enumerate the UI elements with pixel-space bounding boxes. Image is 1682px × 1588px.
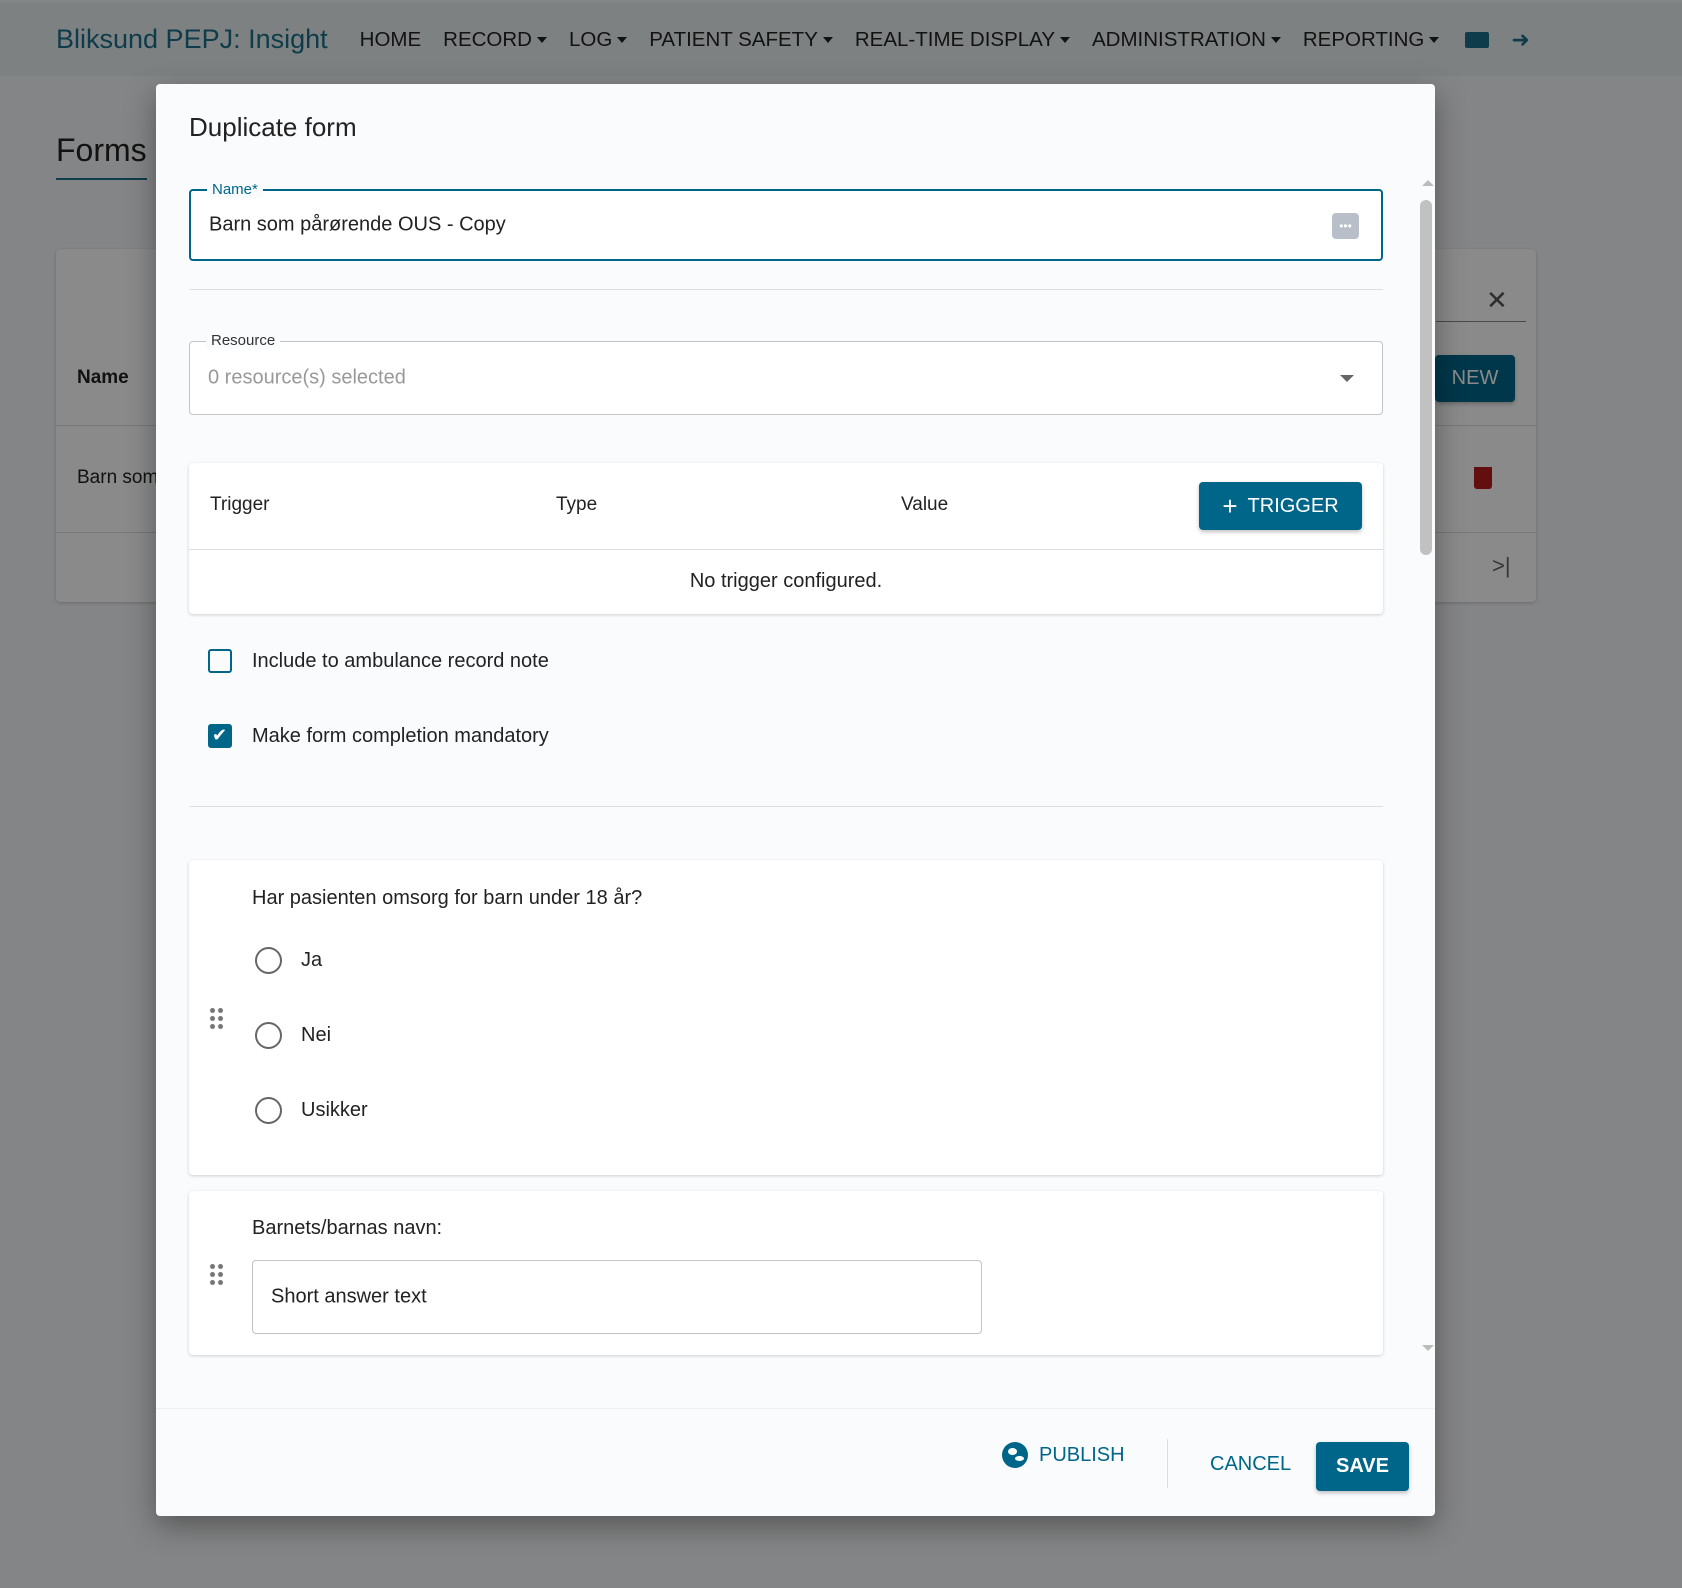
mandatory-completion-checkbox[interactable]: ✔ (208, 724, 232, 748)
divider (189, 806, 1383, 807)
mandatory-completion-label[interactable]: Make form completion mandatory (252, 725, 549, 748)
save-button[interactable]: SAVE (1316, 1442, 1409, 1491)
radio-usikker[interactable] (255, 1097, 282, 1124)
add-trigger-button[interactable]: + TRIGGER (1199, 482, 1362, 530)
option-label: Ja (301, 949, 323, 971)
column-value: Value (901, 494, 949, 515)
column-trigger: Trigger (210, 494, 270, 515)
globe-icon (1002, 1442, 1028, 1468)
short-answer-placeholder: Short answer text (271, 1285, 427, 1308)
scroll-down-arrow[interactable] (1422, 1345, 1434, 1351)
question-text: Har pasienten omsorg for barn under 18 å… (252, 887, 643, 909)
name-field[interactable]: Name* Barn som pårørende OUS - Copy ••• (189, 181, 1383, 261)
dialog-title: Duplicate form (189, 112, 357, 142)
divider (189, 549, 1383, 550)
scrollbar-thumb[interactable] (1420, 200, 1432, 555)
question-card: Barnets/barnas navn: Short answer text (189, 1191, 1383, 1355)
radio-nei[interactable] (255, 1022, 282, 1049)
radio-ja[interactable] (255, 947, 282, 974)
column-type: Type (556, 494, 598, 515)
chevron-down-icon (1340, 375, 1354, 382)
name-input[interactable]: Barn som pårørende OUS - Copy (209, 214, 506, 237)
footer-separator (1167, 1439, 1168, 1488)
divider (189, 289, 1383, 290)
include-ambulance-note-checkbox[interactable] (208, 649, 232, 673)
drag-handle-icon[interactable] (210, 1264, 223, 1285)
include-ambulance-note-label[interactable]: Include to ambulance record note (252, 650, 549, 673)
resource-select[interactable]: Resource 0 resource(s) selected (189, 332, 1383, 415)
password-manager-icon[interactable]: ••• (1332, 213, 1359, 239)
question-card: Har pasienten omsorg for barn under 18 å… (189, 860, 1383, 1175)
short-answer-input[interactable]: Short answer text (252, 1260, 982, 1334)
empty-triggers-text: No trigger configured. (689, 570, 883, 592)
resource-placeholder: 0 resource(s) selected (208, 366, 406, 389)
option-label: Usikker (301, 1099, 368, 1121)
plus-icon: + (1222, 491, 1238, 521)
option-label: Nei (301, 1024, 332, 1046)
cancel-button[interactable]: CANCEL (1210, 1453, 1291, 1476)
trigger-table: Trigger Type Value + TRIGGER No trigger … (189, 463, 1383, 614)
drag-handle-icon[interactable] (210, 1008, 223, 1029)
check-icon: ✔ (212, 725, 228, 745)
duplicate-form-dialog: Duplicate form Name* Barn som pårørende … (156, 84, 1435, 1516)
footer-divider (156, 1408, 1435, 1409)
resource-label: Resource (206, 332, 281, 349)
question-text: Barnets/barnas navn: (252, 1217, 443, 1239)
publish-label: PUBLISH (1039, 1443, 1125, 1466)
add-trigger-label: TRIGGER (1247, 494, 1339, 517)
scroll-up-arrow[interactable] (1422, 180, 1434, 186)
name-label: Name* (207, 181, 263, 198)
publish-button[interactable]: PUBLISH (1002, 1442, 1125, 1468)
